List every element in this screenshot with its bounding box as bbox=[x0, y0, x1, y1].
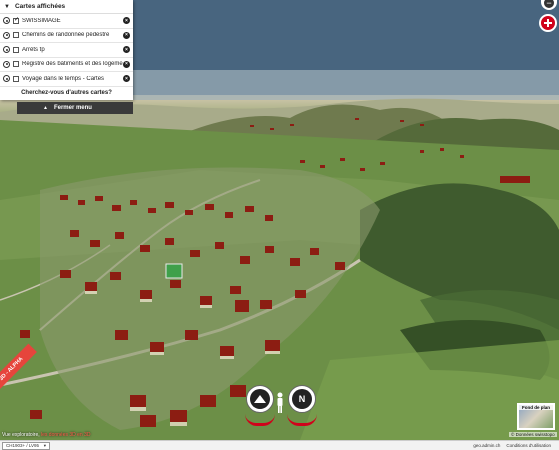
layer-info-icon[interactable] bbox=[3, 31, 10, 39]
remove-layer-icon[interactable]: × bbox=[123, 60, 130, 68]
layer-checkbox[interactable] bbox=[13, 16, 19, 24]
layer-row-hiking[interactable]: Chemins de randonnée pédestre × bbox=[0, 29, 133, 43]
crs-select[interactable]: CH1903+ / LV95 ▾ bbox=[2, 441, 50, 450]
minus-icon: − bbox=[544, 0, 554, 8]
swiss-cross-logo bbox=[539, 14, 557, 32]
footer-link[interactable]: Conditions d'utilisation bbox=[506, 443, 551, 448]
layers-panel-title: Cartes affichées bbox=[14, 3, 66, 10]
layer-row-timetravel[interactable]: Voyage dans le temps - Cartes × bbox=[0, 72, 133, 87]
remove-layer-icon[interactable]: × bbox=[123, 17, 130, 25]
layer-info-icon[interactable] bbox=[3, 60, 10, 68]
remove-layer-icon[interactable]: × bbox=[123, 31, 130, 39]
footer-links: geo.admin.ch Conditions d'utilisation bbox=[473, 443, 551, 448]
layers-panel-header[interactable]: ▼ Cartes affichées bbox=[0, 0, 133, 14]
chevron-down-icon: ▾ bbox=[43, 442, 46, 448]
layer-row-buildings[interactable]: Registre des bâtiments et des logements … bbox=[0, 58, 133, 72]
footer-bar: CH1903+ / LV95 ▾ geo.admin.ch Conditions… bbox=[0, 440, 559, 450]
layer-checkbox[interactable] bbox=[13, 75, 19, 82]
layer-row-stops[interactable]: Arrêts tp × bbox=[0, 43, 133, 58]
layer-label: SWISSIMAGE bbox=[22, 17, 61, 24]
exploratory-warning: Vue exploratoire, les données 3D en 3D bbox=[2, 432, 91, 438]
remove-layer-icon[interactable]: × bbox=[123, 46, 130, 54]
background-selector[interactable]: Fond de plan bbox=[517, 403, 555, 430]
chevron-down-icon: ▼ bbox=[4, 3, 10, 10]
layer-info-icon[interactable] bbox=[3, 46, 10, 54]
chevron-up-icon: ▲ bbox=[43, 105, 48, 111]
warning-prefix: Vue exploratoire, bbox=[2, 432, 42, 438]
layer-info-icon[interactable] bbox=[3, 75, 10, 83]
layer-label: Registre des bâtiments et des logements bbox=[22, 61, 123, 68]
footer-link[interactable]: geo.admin.ch bbox=[473, 443, 500, 448]
close-menu-label: Fermer menu bbox=[53, 105, 92, 111]
warning-highlight[interactable]: les données 3D en 3D bbox=[41, 432, 90, 438]
layer-label: Voyage dans le temps - Cartes bbox=[22, 75, 105, 82]
compass-north-label: N bbox=[292, 389, 312, 409]
pedestrian-icon[interactable] bbox=[275, 392, 285, 414]
layer-checkbox[interactable] bbox=[13, 46, 19, 53]
compass-control[interactable]: N bbox=[288, 385, 316, 413]
layer-checkbox[interactable] bbox=[13, 32, 19, 39]
layer-info-icon[interactable] bbox=[3, 17, 10, 25]
close-menu-button[interactable]: ▲ Fermer menu bbox=[17, 102, 133, 114]
layer-checkbox[interactable] bbox=[13, 61, 19, 68]
remove-layer-icon[interactable]: × bbox=[123, 75, 130, 83]
crs-value: CH1903+ / LV95 bbox=[6, 443, 40, 448]
tilt-icon bbox=[250, 389, 270, 409]
more-maps-link[interactable]: Cherchez-vous d'autres cartes? bbox=[0, 87, 133, 100]
background-selector-label: Fond de plan bbox=[519, 405, 553, 410]
copyright-text[interactable]: © Données swisstopo bbox=[509, 432, 557, 437]
tilt-control[interactable] bbox=[246, 385, 274, 413]
layers-panel: ▼ Cartes affichées SWISSIMAGE × Chemins … bbox=[0, 0, 133, 100]
layer-label: Arrêts tp bbox=[22, 46, 45, 53]
layer-label: Chemins de randonnée pédestre bbox=[22, 32, 110, 39]
layer-row-swissimage[interactable]: SWISSIMAGE × bbox=[0, 14, 133, 29]
